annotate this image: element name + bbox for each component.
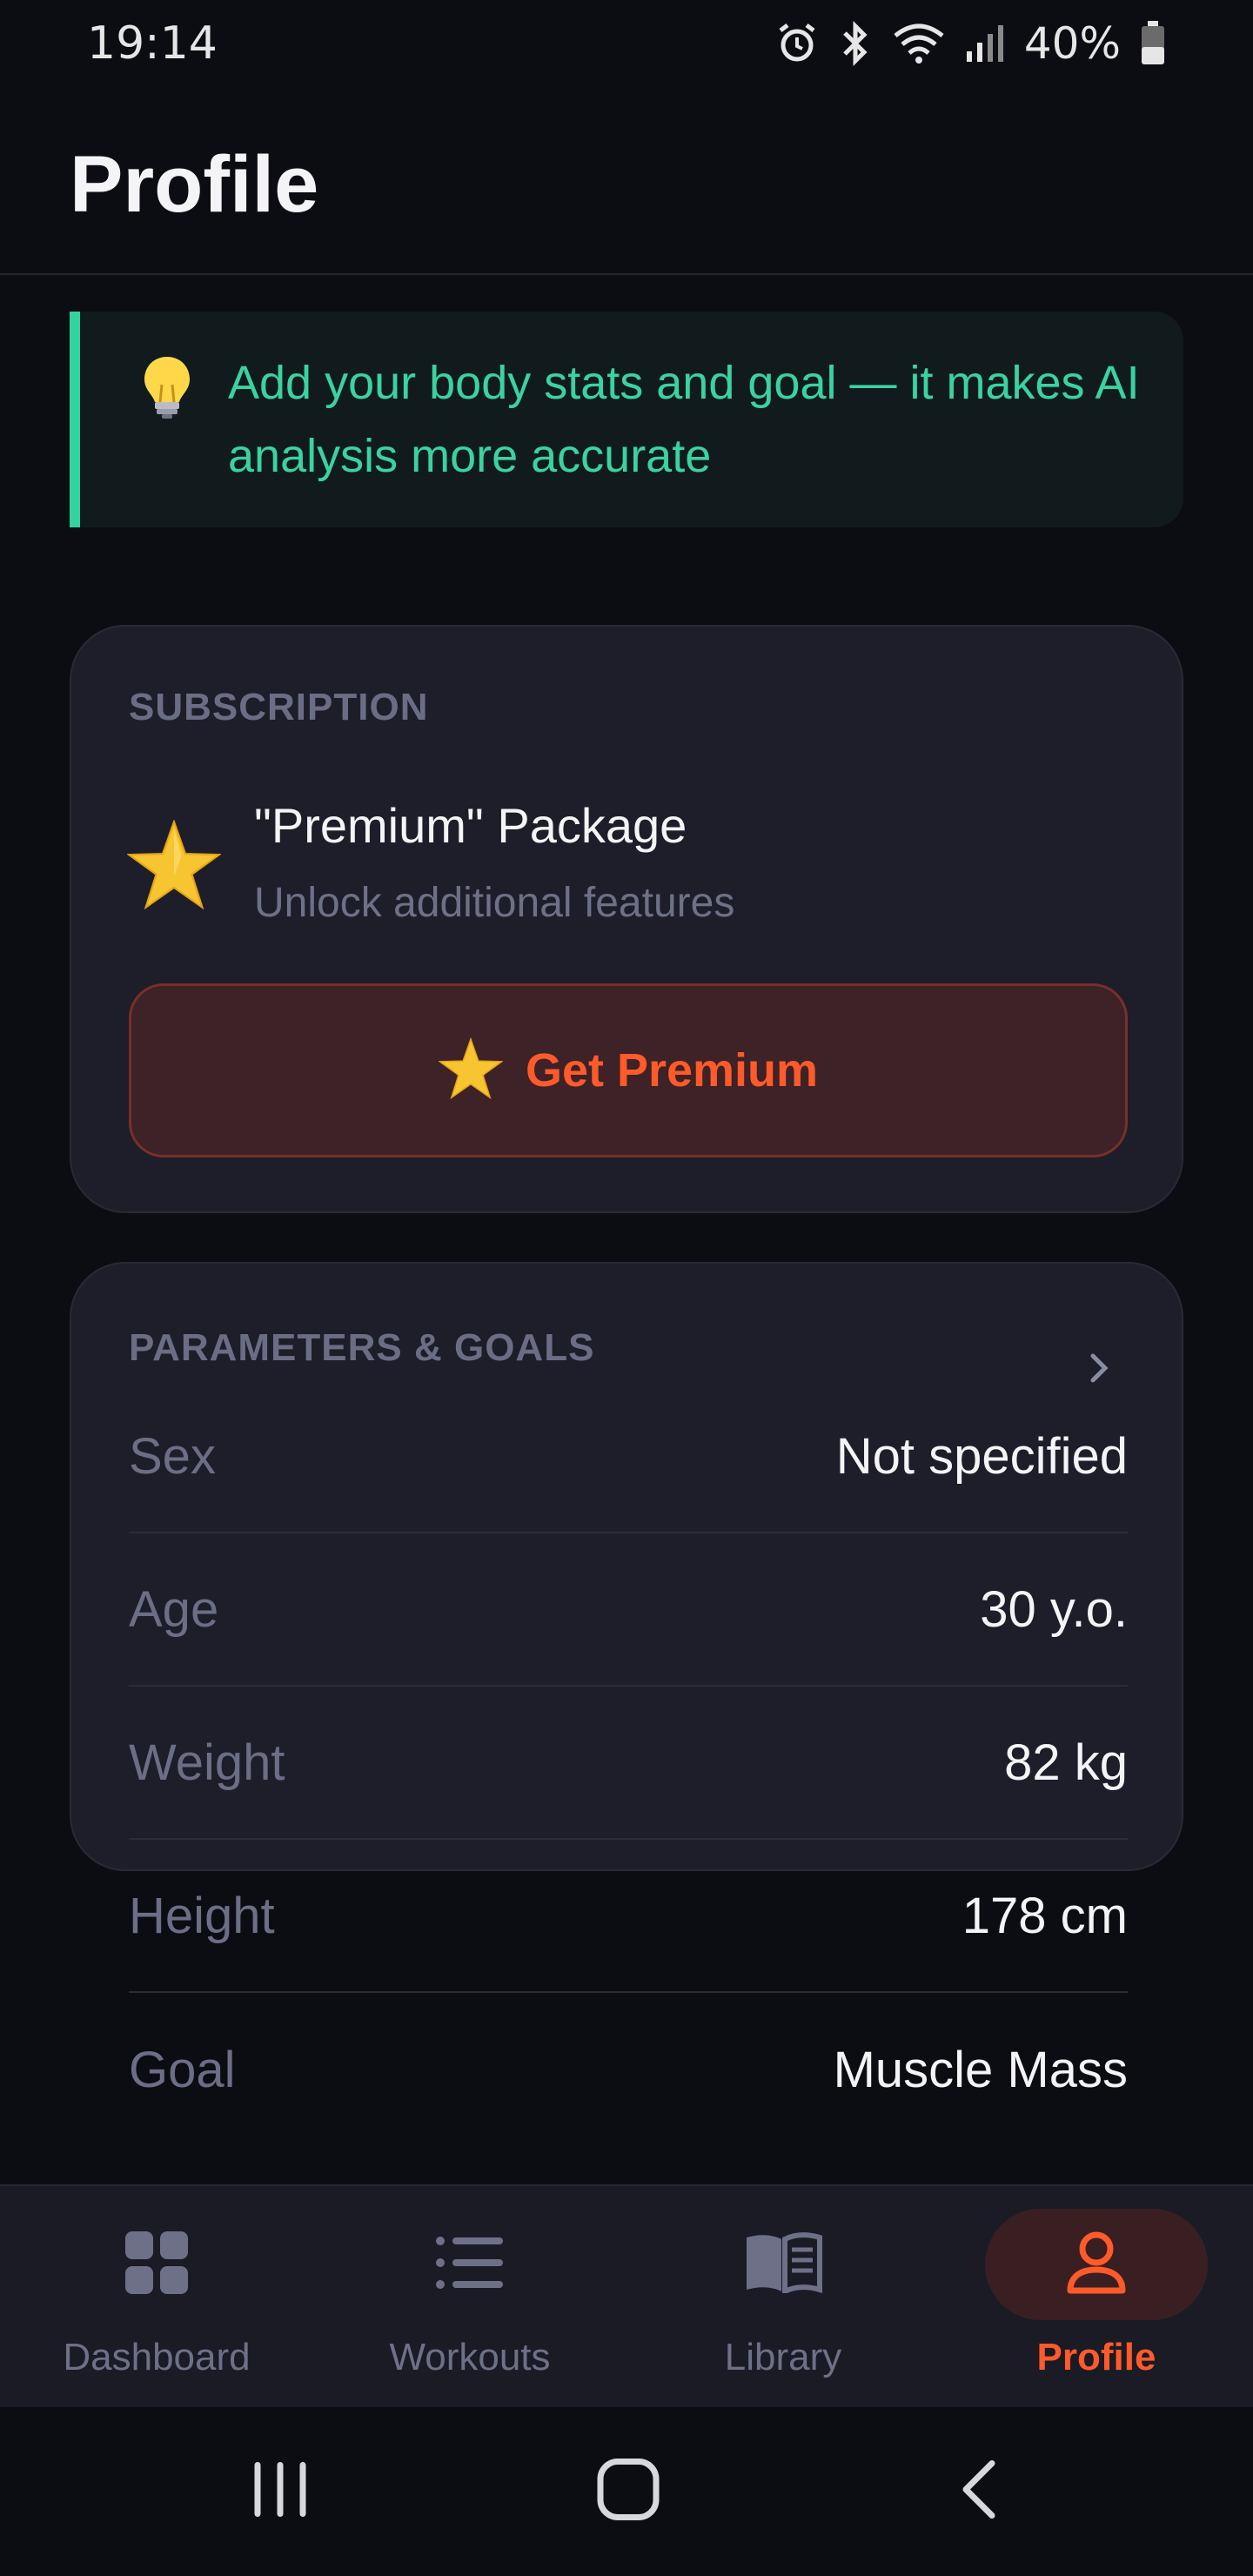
- status-icons: 40%: [775, 18, 1166, 69]
- signal-icon: [965, 23, 1005, 64]
- parameters-section-label: PARAMETERS & GOALS: [129, 1326, 595, 1369]
- nav-label: Profile: [1036, 2336, 1156, 2378]
- param-row-age[interactable]: Age 30 y.o.: [129, 1533, 1128, 1687]
- system-nav-bar: [0, 2407, 1253, 2576]
- param-value: Muscle Mass: [833, 2041, 1128, 2098]
- nav-item-workouts[interactable]: Workouts: [313, 2186, 626, 2409]
- star-icon: [438, 1036, 504, 1104]
- nav-label: Dashboard: [63, 2336, 251, 2378]
- lightbulb-icon: [141, 353, 193, 424]
- grid-icon: [124, 2230, 190, 2300]
- status-time: 19:14: [87, 17, 218, 70]
- bluetooth-icon: [838, 21, 873, 66]
- param-value: 178 cm: [962, 1887, 1128, 1944]
- get-premium-label: Get Premium: [525, 1044, 819, 1097]
- back-icon[interactable]: [957, 2459, 999, 2526]
- param-row-goal[interactable]: Goal Muscle Mass: [129, 1993, 1128, 2146]
- param-row-sex[interactable]: Sex Not specified: [129, 1380, 1128, 1533]
- param-label: Goal: [129, 2041, 236, 2098]
- book-icon: [743, 2231, 823, 2298]
- param-row-height[interactable]: Height 178 cm: [129, 1840, 1128, 1993]
- battery-percent: 40%: [1023, 18, 1121, 69]
- recent-apps-icon[interactable]: [252, 2462, 308, 2522]
- nav-item-profile[interactable]: Profile: [940, 2186, 1253, 2409]
- param-value: 82 kg: [1004, 1734, 1128, 1791]
- nav-item-dashboard[interactable]: Dashboard: [0, 2186, 313, 2409]
- list-icon: [435, 2234, 505, 2296]
- status-bar: 19:14 40%: [0, 0, 1253, 87]
- alarm-icon: [775, 22, 819, 65]
- nav-label: Library: [724, 2336, 842, 2378]
- subscription-section-label: SUBSCRIPTION: [129, 686, 429, 728]
- nav-item-library[interactable]: Library: [626, 2186, 940, 2409]
- tip-text: Add your body stats and goal — it makes …: [228, 357, 1140, 482]
- get-premium-button[interactable]: Get Premium: [129, 983, 1128, 1157]
- param-label: Height: [129, 1887, 275, 1944]
- app-header: Profile: [0, 87, 1253, 275]
- premium-package-title: "Premium" Package: [254, 798, 687, 853]
- battery-icon: [1140, 21, 1166, 66]
- param-value: 30 y.o.: [980, 1580, 1128, 1638]
- wifi-icon: [892, 22, 946, 65]
- param-label: Sex: [129, 1427, 216, 1485]
- home-icon[interactable]: [597, 2459, 660, 2526]
- param-label: Weight: [129, 1734, 285, 1791]
- star-icon: [125, 819, 223, 915]
- user-icon: [1065, 2230, 1128, 2300]
- param-row-weight[interactable]: Weight 82 kg: [129, 1687, 1128, 1840]
- premium-package-subtitle: Unlock additional features: [254, 880, 735, 926]
- page-title: Profile: [70, 140, 319, 229]
- nav-label: Workouts: [389, 2336, 551, 2378]
- parameters-card[interactable]: PARAMETERS & GOALS Sex Not specified Age…: [70, 1262, 1183, 2098]
- bottom-nav: Dashboard Workouts Library Profile: [0, 2184, 1253, 2407]
- tip-banner: Add your body stats and goal — it makes …: [70, 312, 1183, 527]
- subscription-card: SUBSCRIPTION "Premium" Package Unlock ad…: [70, 625, 1183, 1213]
- param-value: Not specified: [835, 1427, 1128, 1485]
- param-label: Age: [129, 1580, 219, 1638]
